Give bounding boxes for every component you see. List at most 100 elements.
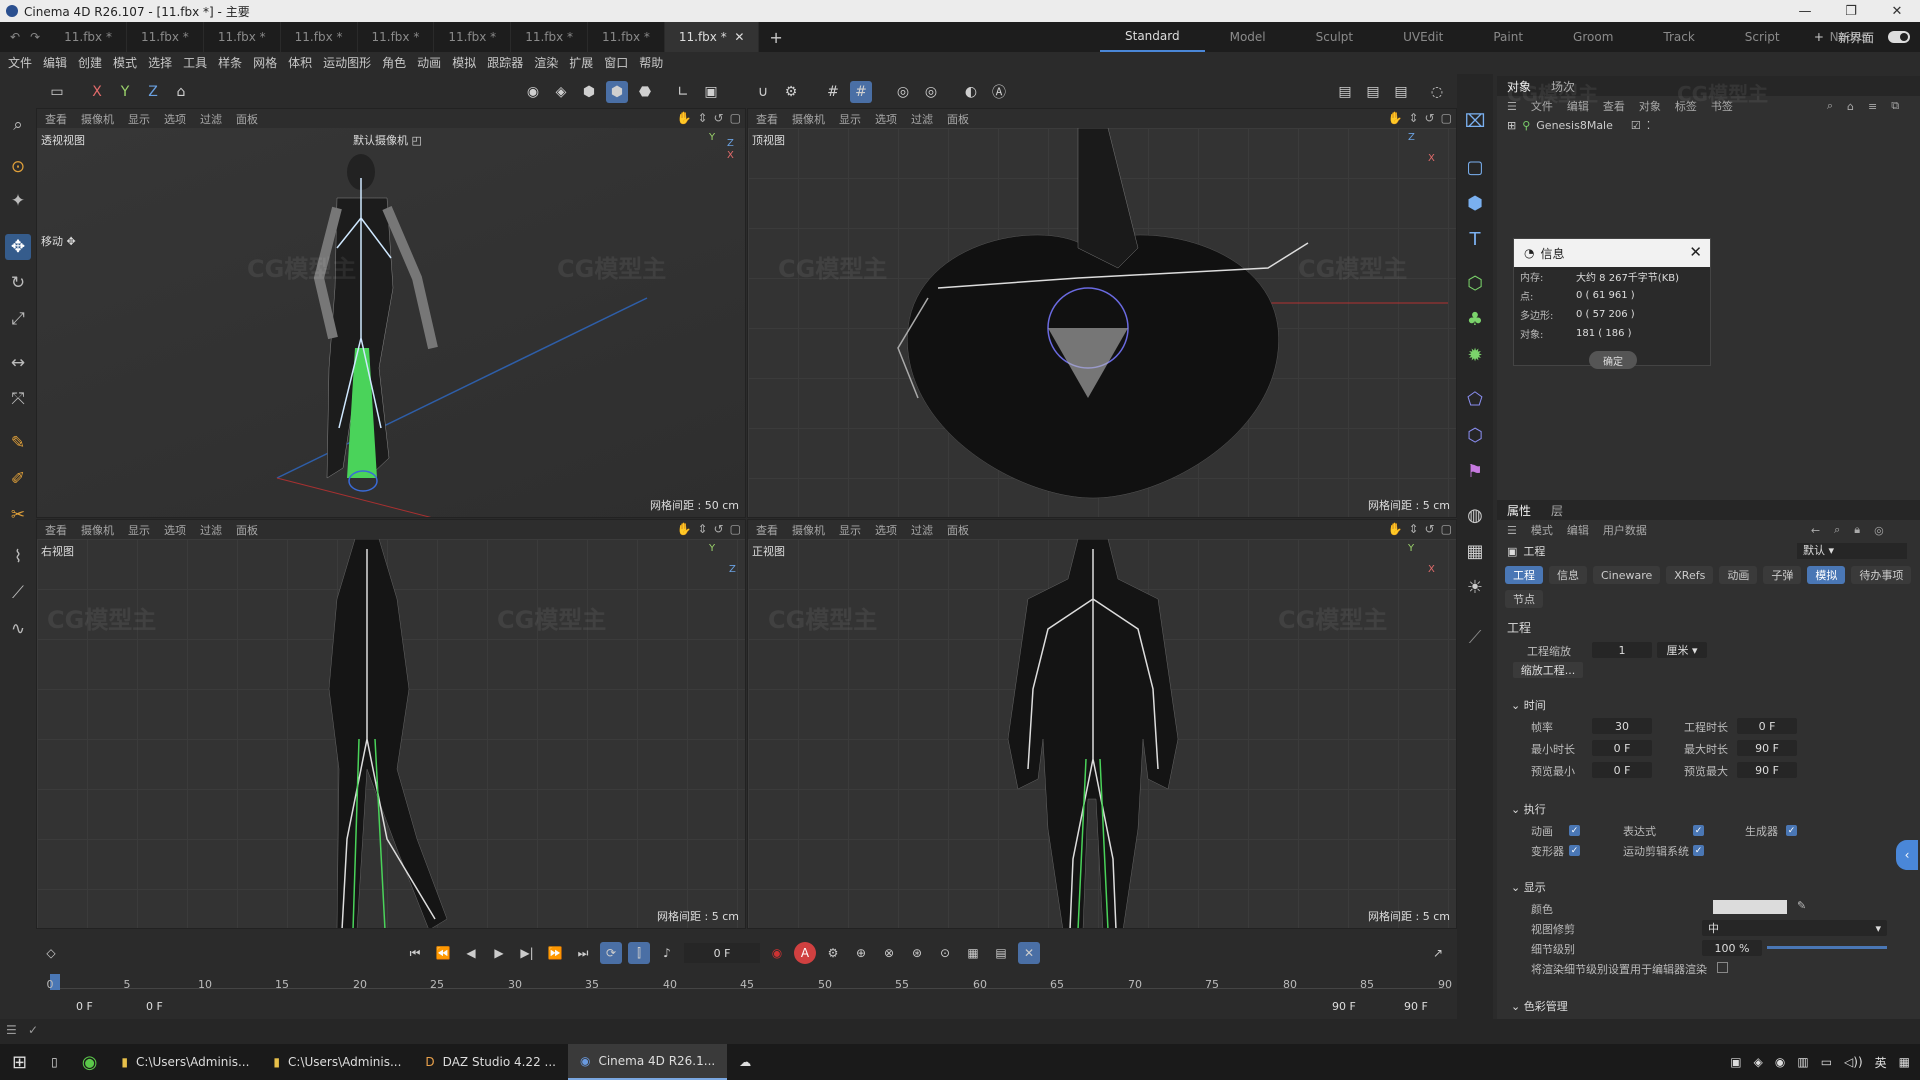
tab-layers[interactable]: 层 <box>1551 502 1563 519</box>
doc-tab-active[interactable]: 11.fbx * ✕ <box>664 22 760 52</box>
chip-project[interactable]: 工程 <box>1505 566 1543 584</box>
minimize-button[interactable]: — <box>1782 0 1828 22</box>
coord-system-icon[interactable]: ⌂ <box>170 81 192 103</box>
expressions-checkbox[interactable]: ✓ <box>1693 825 1704 836</box>
visibility-dots-icon[interactable]: ⁚ <box>1647 119 1651 132</box>
filter-icon[interactable]: ≡ <box>1868 100 1877 113</box>
cube-object-icon[interactable]: ⬢ <box>1462 190 1488 216</box>
next-key-icon[interactable]: ⏩ <box>544 942 566 964</box>
chip-xrefs[interactable]: XRefs <box>1666 566 1714 584</box>
menu-tools[interactable]: 工具 <box>183 54 207 71</box>
dolly-icon[interactable]: ⇕ <box>698 111 708 125</box>
scale-tool-icon[interactable]: ⤢ <box>5 306 31 332</box>
new-ui-toggle[interactable] <box>1888 31 1910 43</box>
vp-menu-view[interactable]: 查看 <box>756 522 778 538</box>
deformers-checkbox[interactable]: ✓ <box>1569 845 1580 856</box>
hamburger-icon[interactable]: ☰ <box>1507 524 1517 537</box>
tray-app-icon[interactable]: ▥ <box>1797 1055 1808 1069</box>
next-frame-icon[interactable]: ▶| <box>516 942 538 964</box>
go-end-icon[interactable]: ⏭ <box>572 942 594 964</box>
add-tab-icon[interactable]: + <box>769 28 782 47</box>
pan-icon[interactable]: ✋ <box>677 111 692 125</box>
section-color-management[interactable]: ⌄ 色彩管理 <box>1511 998 1568 1014</box>
section-time[interactable]: ⌄ 时间 <box>1511 697 1546 713</box>
menu-window[interactable]: 窗口 <box>604 54 628 71</box>
chip-nodes[interactable]: 节点 <box>1505 590 1543 608</box>
viewport-right[interactable]: 查看 摄像机 显示 选项 过滤 面板 ✋ ⇕ ↺ ▢ Y Z 右视图 CG模型主 CG… <box>36 519 746 929</box>
key-rotation-icon[interactable]: ⊗ <box>878 942 900 964</box>
vp-menu-options[interactable]: 选项 <box>164 111 186 127</box>
close-icon[interactable]: ✕ <box>1689 243 1702 261</box>
keyframe-icon[interactable]: ◇ <box>40 942 62 964</box>
windows-start-icon[interactable]: ⊞ <box>0 1044 39 1080</box>
scale-unit-select[interactable]: 厘米 ▾ <box>1657 642 1707 658</box>
chip-bullet[interactable]: 子弹 <box>1763 566 1802 584</box>
range-start-field[interactable]: 0 F <box>76 1000 93 1013</box>
menu-mograph[interactable]: 运动图形 <box>323 54 371 71</box>
spline-object-icon[interactable]: ▢ <box>1462 154 1488 180</box>
menu-animate[interactable]: 动画 <box>417 54 441 71</box>
vp-menu-panel[interactable]: 面板 <box>947 111 969 127</box>
workplane-icon[interactable]: ▭ <box>46 81 68 103</box>
menu-mode[interactable]: 模式 <box>113 54 137 71</box>
vp-menu-display[interactable]: 显示 <box>128 522 150 538</box>
layout-script[interactable]: Script <box>1720 22 1805 52</box>
lod-slider[interactable] <box>1767 946 1887 949</box>
vp-menu-display[interactable]: 显示 <box>128 111 150 127</box>
axis-mode-icon[interactable]: ∟ <box>672 81 694 103</box>
menu-create[interactable]: 创建 <box>78 54 102 71</box>
play-range-icon[interactable]: ⫿ <box>628 942 650 964</box>
doc-tab[interactable]: 11.fbx * <box>358 22 435 52</box>
expand-icon[interactable]: ⊞ <box>1507 119 1516 132</box>
record-icon[interactable]: ◉ <box>766 942 788 964</box>
lock-icon[interactable]: 🔒︎ <box>1854 523 1860 537</box>
magnet-icon[interactable]: ∪ <box>752 81 774 103</box>
eyedropper-icon[interactable]: ✎ <box>1797 899 1806 912</box>
scale-input[interactable]: 1 <box>1592 642 1652 658</box>
back-arrow-icon[interactable]: ← <box>1811 524 1820 537</box>
vp-menu-view[interactable]: 查看 <box>45 522 67 538</box>
taskbar-daz[interactable]: D DAZ Studio 4.22 ... <box>413 1044 568 1080</box>
lod-input[interactable]: 100 % <box>1702 940 1762 956</box>
spline-tools-icon[interactable]: ✂ <box>5 502 31 528</box>
layout-uvedit[interactable]: UVEdit <box>1378 22 1468 52</box>
menu-render[interactable]: 渲染 <box>534 54 558 71</box>
pan-icon[interactable]: ✋ <box>677 522 692 536</box>
axis-z-lock[interactable]: Z <box>142 81 164 103</box>
axis-x-lock[interactable]: X <box>86 81 108 103</box>
prev-frame-icon[interactable]: ◀ <box>460 942 482 964</box>
vp-menu-panel[interactable]: 面板 <box>236 111 258 127</box>
search-icon[interactable]: ⌕ <box>1834 523 1840 537</box>
tab-attributes[interactable]: 属性 <box>1507 502 1531 519</box>
preset-select[interactable]: 默认 ▾ <box>1797 543 1907 559</box>
camera-label[interactable]: 默认摄像机 ◰ <box>353 132 422 148</box>
menu-simulate[interactable]: 模拟 <box>452 54 476 71</box>
points-mode-icon[interactable]: ◉ <box>522 81 544 103</box>
light-icon[interactable]: ☀ <box>1462 574 1488 600</box>
dolly-icon[interactable]: ⇕ <box>1409 111 1419 125</box>
brush-icon[interactable]: ⌇ <box>5 544 31 570</box>
tray-app-icon[interactable]: ▣ <box>1730 1055 1741 1069</box>
chip-simulation[interactable]: 模拟 <box>1807 566 1846 584</box>
vp-menu-options[interactable]: 选项 <box>875 522 897 538</box>
interpolation-icon[interactable]: ✕ <box>1018 942 1040 964</box>
prev-key-icon[interactable]: ⏪ <box>432 942 454 964</box>
vp-menu-filter[interactable]: 过滤 <box>911 522 933 538</box>
layout-groom[interactable]: Groom <box>1548 22 1638 52</box>
vp-menu-panel[interactable]: 面板 <box>947 522 969 538</box>
scene-camera-icon[interactable]: ▦ <box>1462 538 1488 564</box>
render-view-icon[interactable]: ▤ <box>1334 81 1356 103</box>
solo-icon[interactable]: ◎ <box>892 81 914 103</box>
section-display[interactable]: ⌄ 显示 <box>1511 879 1546 895</box>
preview-start-field[interactable]: 0 F <box>146 1000 163 1013</box>
live-selection-icon[interactable]: ⊙ <box>5 154 31 180</box>
pan-icon[interactable]: ✋ <box>1388 522 1403 536</box>
tray-app-icon[interactable]: ◉ <box>1775 1055 1785 1069</box>
bridge-icon[interactable]: ∿ <box>5 616 31 642</box>
orbit-icon[interactable]: ↺ <box>1425 111 1435 125</box>
workplane-snap-icon[interactable]: # <box>850 81 872 103</box>
field-icon[interactable]: ⬡ <box>1462 422 1488 448</box>
key-position-icon[interactable]: ⊕ <box>850 942 872 964</box>
knife-icon[interactable]: ⟋ <box>5 580 31 606</box>
maximize-icon[interactable]: ▢ <box>1441 111 1452 125</box>
